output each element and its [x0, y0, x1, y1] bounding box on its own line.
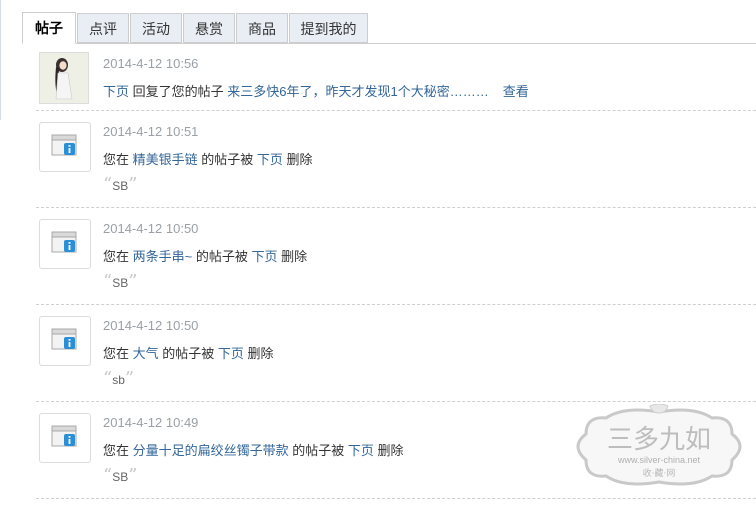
watermark-name: 三多九如: [607, 425, 711, 455]
quote-close-icon: ”: [128, 465, 138, 486]
notification-reply: 2014-4-12 10:56 下页 回复了您的帖子 来三多快6年了，昨天才发现…: [36, 44, 756, 111]
avatar-figure-icon: [40, 53, 88, 103]
quote-open-icon: “: [103, 174, 113, 195]
delete-reason: “SB”: [103, 174, 138, 195]
view-link[interactable]: 查看: [503, 84, 529, 99]
post-link[interactable]: 精美银手链: [133, 152, 198, 167]
tab-mentions[interactable]: 提到我的: [289, 13, 368, 43]
quote-close-icon: ”: [124, 368, 135, 389]
tab-posts[interactable]: 帖子: [22, 12, 76, 44]
notification-delete: 2014-4-12 10:50 您在 大气 的帖子被 下页 删除 “sb”: [36, 304, 756, 402]
system-notice-icon: [39, 122, 91, 172]
post-link[interactable]: 两条手串~: [133, 249, 193, 264]
user-link[interactable]: 下页: [218, 346, 244, 361]
mid-text: 的帖子被: [288, 443, 348, 458]
notification-text: 您在 分量十足的扁绞丝镯子带款 的帖子被 下页 删除: [103, 440, 404, 459]
user-link[interactable]: 下页: [251, 249, 277, 264]
action-text: 删除: [282, 152, 313, 167]
info-window-icon: [51, 231, 77, 253]
delete-reason: “SB”: [103, 465, 138, 486]
system-notice-icon: [39, 316, 91, 366]
tab-bar: 帖子 点评 活动 悬赏 商品 提到我的: [0, 0, 756, 44]
notification-time: 2014-4-12 10:50: [103, 318, 199, 333]
action-text: 删除: [243, 346, 274, 361]
mid-text: 的帖子被: [197, 152, 257, 167]
quote-open-icon: “: [103, 465, 113, 486]
action-text: 删除: [277, 249, 308, 264]
prefix-text: 您在: [103, 443, 133, 458]
watermark-site: www.silver-china.net: [617, 455, 701, 465]
user-link[interactable]: 下页: [103, 84, 129, 99]
notification-delete: 2014-4-12 10:50 您在 两条手串~ 的帖子被 下页 删除 “SB”: [36, 207, 756, 305]
user-link[interactable]: 下页: [257, 152, 283, 167]
info-window-icon: [51, 425, 77, 447]
notification-delete: 2014-4-12 10:51 您在 精美银手链 的帖子被 下页 删除 “SB”: [36, 110, 756, 208]
user-link[interactable]: 下页: [348, 443, 374, 458]
post-link[interactable]: 分量十足的扁绞丝镯子带款: [133, 443, 289, 458]
quote-open-icon: “: [103, 271, 113, 292]
site-watermark: 三多九如 www.silver-china.net 收·藏·网: [566, 403, 752, 490]
user-avatar[interactable]: [39, 52, 89, 104]
notification-time: 2014-4-12 10:51: [103, 124, 199, 139]
mid-text: 的帖子被: [192, 249, 252, 264]
notification-time: 2014-4-12 10:56: [103, 56, 199, 71]
watermark-logo-icon: 三多九如 www.silver-china.net 收·藏·网: [576, 403, 742, 486]
quote-close-icon: ”: [128, 271, 138, 292]
notification-text: 您在 两条手串~ 的帖子被 下页 删除: [103, 246, 307, 265]
tab-goods[interactable]: 商品: [236, 13, 288, 43]
watermark-sub: 收·藏·网: [643, 467, 676, 479]
action-text: 删除: [373, 443, 404, 458]
tab-activities[interactable]: 活动: [130, 13, 182, 43]
info-window-icon: [51, 328, 77, 350]
quote-close-icon: ”: [128, 174, 138, 195]
prefix-text: 您在: [103, 152, 133, 167]
prefix-text: 您在: [103, 346, 133, 361]
info-window-icon: [51, 134, 77, 156]
notification-text: 您在 大气 的帖子被 下页 删除: [103, 343, 274, 362]
reply-text: 回复了您的帖子: [129, 84, 228, 99]
delete-reason: “SB”: [103, 271, 138, 292]
tab-bounty[interactable]: 悬赏: [183, 13, 235, 43]
tab-comments[interactable]: 点评: [77, 13, 129, 43]
notification-list: 2014-4-12 10:56 下页 回复了您的帖子 来三多快6年了，昨天才发现…: [36, 44, 756, 111]
quote-open-icon: “: [103, 368, 113, 389]
post-link[interactable]: 大气: [133, 346, 159, 361]
mid-text: 的帖子被: [158, 346, 218, 361]
notification-text: 下页 回复了您的帖子 来三多快6年了，昨天才发现1个大秘密……… 查看: [103, 81, 529, 100]
delete-reason: “sb”: [103, 368, 135, 389]
prefix-text: 您在: [103, 249, 133, 264]
notification-time: 2014-4-12 10:49: [103, 415, 199, 430]
notification-text: 您在 精美银手链 的帖子被 下页 删除: [103, 149, 313, 168]
notification-time: 2014-4-12 10:50: [103, 221, 199, 236]
post-link[interactable]: 来三多快6年了，昨天才发现1个大秘密………: [227, 84, 488, 99]
system-notice-icon: [39, 413, 91, 463]
system-notice-icon: [39, 219, 91, 269]
